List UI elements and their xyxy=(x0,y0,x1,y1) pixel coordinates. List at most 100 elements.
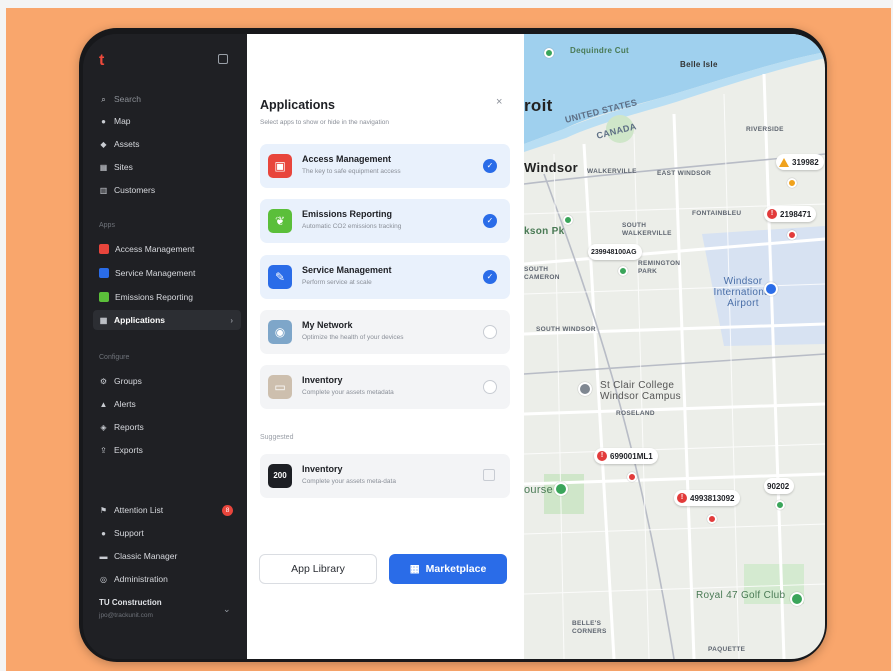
sidebar-item-assets[interactable]: ◆ Assets xyxy=(99,137,140,151)
checkbox-checked-icon[interactable]: ✓ xyxy=(483,270,497,284)
briefcase-icon: ▬ xyxy=(99,551,108,561)
sidebar-item-classic-manager[interactable]: ▬ Classic Manager xyxy=(99,549,178,563)
sidebar-item-attention-list[interactable]: ⚑ Attention List xyxy=(99,503,163,517)
reports-icon: ◈ xyxy=(100,422,107,432)
search-icon: ⌕ xyxy=(101,94,106,104)
sidebar-item-label: Classic Manager xyxy=(114,551,178,561)
app-library-button[interactable]: App Library xyxy=(259,554,377,584)
app-name: Service Management xyxy=(302,265,392,275)
flag-icon: ⚑ xyxy=(99,505,108,515)
app-description: Optimize the health of your devices xyxy=(302,334,404,341)
sites-icon: ▦ xyxy=(99,162,108,172)
sidebar-item-label: Assets xyxy=(114,139,140,149)
map-label-paquette: PAQUETTE xyxy=(708,646,746,653)
map-marker[interactable] xyxy=(787,230,797,240)
asset-tag[interactable]: 239948100AG xyxy=(588,244,642,260)
sidebar-item-map[interactable]: ● Map xyxy=(99,114,130,128)
sidebar-item-label: Attention List xyxy=(114,505,164,515)
app-name: Inventory xyxy=(302,464,343,474)
sidebar-item-customers[interactable]: ▥ Customers xyxy=(99,183,155,197)
asset-tag[interactable]: ! 4993813092 xyxy=(674,490,740,506)
map-marker[interactable] xyxy=(618,266,628,276)
sidebar-item-access-management[interactable]: Access Management xyxy=(99,242,194,256)
map-label-east-windsor: EAST WINDSOR xyxy=(657,170,712,177)
inventory-suggested-icon: 200 xyxy=(268,464,292,488)
map-marker[interactable] xyxy=(627,472,637,482)
app-card-emissions-reporting[interactable]: ❦ Emissions Reporting Automatic CO2 emis… xyxy=(260,199,510,243)
sidebar-collapse-icon[interactable] xyxy=(218,54,228,64)
asset-id: 2198471 xyxy=(780,209,812,219)
sidebar-item-search[interactable]: ⌕ Search xyxy=(99,92,141,106)
asset-tag[interactable]: 319982 xyxy=(776,154,824,170)
asset-tag[interactable]: ! 699001ML1 xyxy=(594,448,658,464)
alert-icon: ! xyxy=(767,209,777,219)
sidebar-item-groups[interactable]: ⚙ Groups xyxy=(99,374,142,388)
customers-icon: ▥ xyxy=(99,185,108,195)
app-description: Complete your assets metadata xyxy=(302,389,394,396)
access-management-icon xyxy=(99,244,109,254)
trackunit-logo: t xyxy=(99,52,105,69)
org-name[interactable]: TU Construction xyxy=(99,598,162,607)
sidebar-item-label: Groups xyxy=(114,376,142,386)
map-label-walkerville: WALKERVILLE xyxy=(587,168,637,175)
sidebar-item-reports[interactable]: ◈ Reports xyxy=(99,420,144,434)
external-link-icon[interactable] xyxy=(483,469,495,481)
sidebar-item-alerts[interactable]: ▲ Alerts xyxy=(99,397,136,411)
sidebar-item-label: Reports xyxy=(114,422,144,432)
network-icon: ◉ xyxy=(268,320,292,344)
applications-panel: Applications × Select apps to show or hi… xyxy=(247,34,524,659)
sidebar-item-administration[interactable]: ◎ Administration xyxy=(99,572,168,586)
map-marker[interactable] xyxy=(563,215,573,225)
map-label-detroit: roit xyxy=(524,96,553,115)
sidebar-item-sites[interactable]: ▦ Sites xyxy=(99,160,133,174)
tablet-device: t ⌕ Search ● Map ◆ Assets ▦ Sites ▥ Cust… xyxy=(79,28,827,662)
close-icon[interactable]: × xyxy=(496,96,502,108)
app-card-access-management[interactable]: ▣ Access Management The key to safe equi… xyxy=(260,144,510,188)
assets-icon: ◆ xyxy=(100,139,107,149)
map-marker[interactable] xyxy=(707,514,717,524)
asset-id: 319982 xyxy=(792,157,819,167)
chevron-down-icon[interactable]: ⌄ xyxy=(223,604,231,615)
sidebar-item-exports[interactable]: ⇪ Exports xyxy=(99,443,143,457)
button-label: Marketplace xyxy=(425,563,487,575)
app-card-service-management[interactable]: ✎ Service Management Perform service at … xyxy=(260,255,510,299)
sidebar-item-label: Sites xyxy=(114,162,133,172)
map-marker[interactable] xyxy=(544,48,554,58)
asset-tag[interactable]: 90202 xyxy=(764,478,795,494)
sidebar-item-service-management[interactable]: Service Management xyxy=(99,266,195,280)
app-card-my-network[interactable]: ◉ My Network Optimize the health of your… xyxy=(260,310,510,354)
app-card-suggested-inventory[interactable]: 200 Inventory Complete your assets meta-… xyxy=(260,454,510,498)
checkbox-checked-icon[interactable]: ✓ xyxy=(483,214,497,228)
app-card-inventory[interactable]: ▭ Inventory Complete your assets metadat… xyxy=(260,365,510,409)
configure-section-label: Configure xyxy=(99,354,130,361)
golf-icon xyxy=(554,482,568,496)
sidebar-item-label: Support xyxy=(114,528,144,538)
map-label-belles-corners: BELLE'S CORNERS xyxy=(572,620,607,635)
map-marker[interactable] xyxy=(775,500,785,510)
asset-tag[interactable]: ! 2198471 xyxy=(764,206,817,222)
map-label-dequindre: Dequindre Cut xyxy=(570,46,630,55)
asset-id: 90202 xyxy=(767,481,790,491)
groups-icon: ⚙ xyxy=(99,376,108,386)
map-label-royal-golf: Royal 47 Golf Club xyxy=(696,590,786,601)
exports-icon: ⇪ xyxy=(100,445,107,455)
checkbox-unchecked[interactable] xyxy=(483,380,497,394)
map-label-riverside: RIVERSIDE xyxy=(746,126,784,133)
map-label-roseland: ROSELAND xyxy=(616,410,655,417)
wrench-icon: ✎ xyxy=(268,265,292,289)
sidebar-item-label: Applications xyxy=(114,315,166,325)
map-label-south-windsor: SOUTH WINDSOR xyxy=(536,326,596,333)
suggested-label: Suggested xyxy=(260,434,294,441)
map-marker[interactable] xyxy=(787,178,797,188)
sidebar-item-emissions-reporting[interactable]: Emissions Reporting xyxy=(99,290,193,304)
panel-subtitle: Select apps to show or hide in the navig… xyxy=(260,119,390,126)
settings-icon: ◎ xyxy=(100,574,107,584)
checkbox-checked-icon[interactable]: ✓ xyxy=(483,159,497,173)
sidebar-item-support[interactable]: ● Support xyxy=(99,526,144,540)
marketplace-button[interactable]: ▦ Marketplace xyxy=(389,554,507,584)
sidebar-item-applications[interactable]: ▦ Applications › xyxy=(93,310,241,330)
help-icon: ● xyxy=(101,528,106,538)
airport-icon xyxy=(764,282,778,296)
checkbox-unchecked[interactable] xyxy=(483,325,497,339)
map-view[interactable]: Dequindre Cut Belle Isle UNITED STATES C… xyxy=(524,34,825,659)
